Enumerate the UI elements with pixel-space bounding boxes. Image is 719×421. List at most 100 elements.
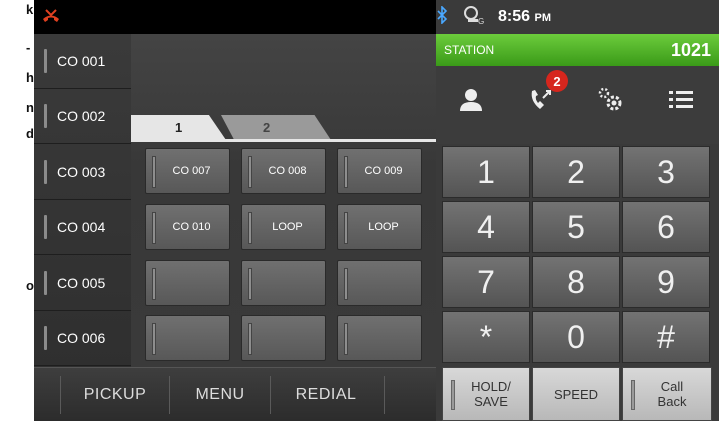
- button-label: PICKUP: [83, 386, 147, 403]
- line-button-label: LOOP: [368, 221, 399, 233]
- line-led: [44, 104, 47, 128]
- line-button[interactable]: LOOP: [241, 204, 326, 250]
- keypad-key[interactable]: 9: [622, 256, 710, 308]
- speed-dial-button[interactable]: SPEED: [532, 367, 620, 421]
- line-button[interactable]: [145, 315, 230, 361]
- co-line-button[interactable]: CO 001: [34, 34, 131, 89]
- side-characters: k - h n d o: [0, 0, 34, 421]
- line-button-label: CO 008: [268, 165, 307, 177]
- keypad-key[interactable]: 1: [442, 146, 530, 198]
- line-led: [344, 156, 348, 188]
- tab-underline: [131, 139, 436, 142]
- line-button[interactable]: [145, 260, 230, 306]
- contacts-button[interactable]: [436, 66, 506, 138]
- co-line-button[interactable]: CO 005: [34, 256, 131, 311]
- co-line-label: CO 005: [57, 275, 106, 291]
- keypad-key[interactable]: 7: [442, 256, 530, 308]
- line-button[interactable]: CO 009: [337, 148, 422, 194]
- line-button-panel: 2 1 CO 007 CO 008 CO 009 CO 010 LOOP LOO…: [131, 34, 436, 367]
- settings-button[interactable]: [576, 66, 646, 138]
- co-line-button[interactable]: CO 003: [34, 145, 131, 200]
- hold-save-button[interactable]: HOLD/ SAVE: [442, 367, 530, 421]
- co-line-button[interactable]: CO 006: [34, 311, 131, 366]
- line-button-label: CO 009: [364, 165, 403, 177]
- line-button-label: LOOP: [272, 221, 303, 233]
- side-char: n: [26, 100, 34, 115]
- line-led: [152, 323, 156, 355]
- keypad-key[interactable]: *: [442, 311, 530, 363]
- keypad-key[interactable]: 6: [622, 201, 710, 253]
- co-line-label: CO 002: [57, 108, 106, 124]
- line-button[interactable]: LOOP: [337, 204, 422, 250]
- key-label: 1: [477, 153, 495, 190]
- key-label: 5: [567, 208, 585, 245]
- button-label: MENU: [195, 386, 245, 403]
- co-line-button[interactable]: CO 004: [34, 200, 131, 255]
- page-tabs: 2 1: [131, 115, 436, 140]
- key-label: 3: [657, 153, 675, 190]
- line-led: [44, 49, 47, 73]
- line-led: [248, 156, 252, 188]
- keypad-key[interactable]: 0: [532, 311, 620, 363]
- clock: 8:56 PM: [498, 8, 551, 25]
- status-bar: G 8:56 PM: [34, 0, 719, 34]
- bluetooth-icon: [436, 4, 448, 29]
- settings-icon: [596, 85, 626, 120]
- line-button[interactable]: [337, 260, 422, 306]
- button-label: REDIAL: [295, 386, 357, 403]
- line-led: [344, 268, 348, 300]
- side-char: h: [26, 70, 34, 85]
- side-char: o: [26, 278, 34, 293]
- line-led: [248, 268, 252, 300]
- line-button[interactable]: CO 007: [145, 148, 230, 194]
- line-led: [44, 160, 47, 184]
- button-led: [451, 380, 455, 410]
- keypad-key[interactable]: 4: [442, 201, 530, 253]
- call-back-button[interactable]: Call Back: [622, 367, 712, 421]
- pickup-button[interactable]: PICKUP: [61, 368, 169, 421]
- contacts-icon: [458, 87, 484, 118]
- line-button[interactable]: CO 008: [241, 148, 326, 194]
- divider: [384, 376, 385, 414]
- co-line-label: CO 004: [57, 219, 106, 235]
- line-led: [344, 212, 348, 244]
- missed-call-badge: 2: [546, 70, 568, 92]
- line-led: [44, 326, 47, 350]
- tab-2[interactable]: 2: [221, 115, 331, 140]
- co-line-button[interactable]: CO 002: [34, 89, 131, 144]
- tab-1[interactable]: 1: [131, 115, 226, 140]
- line-led: [248, 212, 252, 244]
- station-number: 1021: [670, 40, 711, 60]
- keypad-key[interactable]: #: [622, 311, 710, 363]
- list-button[interactable]: [646, 66, 716, 138]
- key-label: 2: [567, 153, 585, 190]
- key-label: 8: [567, 263, 585, 300]
- line-button-label: CO 007: [172, 165, 211, 177]
- side-char: d: [26, 126, 34, 141]
- key-label: 9: [657, 263, 675, 300]
- side-char: -: [26, 40, 31, 55]
- keypad-key[interactable]: 3: [622, 146, 710, 198]
- keypad-key[interactable]: 8: [532, 256, 620, 308]
- line-button[interactable]: CO 010: [145, 204, 230, 250]
- co-line-label: CO 006: [57, 330, 106, 346]
- gps-sync-icon: G: [462, 5, 484, 30]
- key-label: 4: [477, 208, 495, 245]
- keypad-key[interactable]: 5: [532, 201, 620, 253]
- button-label: Call Back: [657, 379, 687, 409]
- line-led: [344, 323, 348, 355]
- call-log-button[interactable]: 2: [506, 66, 576, 138]
- line-button[interactable]: [337, 315, 422, 361]
- key-label: #: [657, 318, 675, 355]
- keypad-key[interactable]: 2: [532, 146, 620, 198]
- line-button[interactable]: [241, 315, 326, 361]
- button-label: HOLD/ SAVE: [471, 379, 511, 409]
- toolbar: 2: [436, 66, 719, 144]
- tab-label: 2: [263, 120, 271, 135]
- key-label: 7: [477, 263, 495, 300]
- button-led: [631, 380, 635, 410]
- line-button[interactable]: [241, 260, 326, 306]
- redial-button[interactable]: REDIAL: [271, 368, 381, 421]
- list-icon: [668, 89, 694, 116]
- menu-button[interactable]: MENU: [170, 368, 270, 421]
